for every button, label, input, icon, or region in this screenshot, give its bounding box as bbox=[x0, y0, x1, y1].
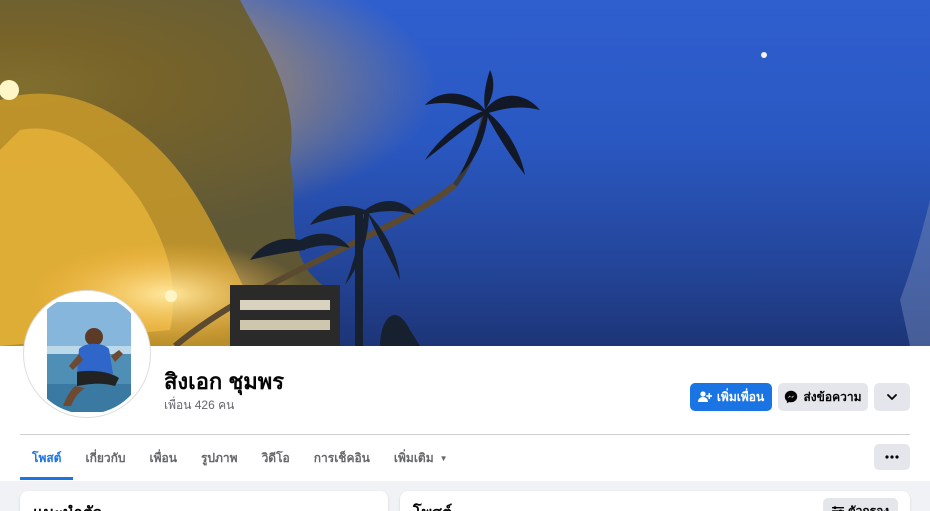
person-plus-icon bbox=[697, 391, 712, 402]
caret-down-icon: ▼ bbox=[439, 453, 448, 463]
profile-name: สิงเอก ชุมพร bbox=[164, 369, 285, 394]
avatar[interactable] bbox=[27, 294, 147, 414]
chevron-down-icon bbox=[887, 394, 897, 400]
filter-button[interactable]: ตัวกรอง bbox=[823, 498, 898, 511]
profile-picture-frame[interactable] bbox=[23, 290, 151, 418]
message-button[interactable]: ส่งข้อความ bbox=[778, 383, 868, 411]
tab-photos[interactable]: รูปภาพ bbox=[189, 436, 250, 480]
tab-more[interactable]: เพิ่มเติม ▼ bbox=[382, 436, 460, 480]
tab-photos-label: รูปภาพ bbox=[200, 450, 238, 465]
add-friend-button[interactable]: เพิ่มเพื่อน bbox=[690, 383, 772, 411]
profile-more-button[interactable] bbox=[874, 383, 910, 411]
profile-tabs: โพสต์ เกี่ยวกับ เพื่อน รูปภาพ วิดีโอ การ… bbox=[20, 436, 460, 480]
add-friend-label: เพิ่มเพื่อน bbox=[716, 389, 765, 404]
intro-title: แนะนำตัว bbox=[33, 501, 102, 511]
filter-icon bbox=[831, 506, 844, 511]
profile-page: สิงเอก ชุมพร เพื่อน 426 คน เพิ่มเพื่อน ส… bbox=[0, 0, 930, 511]
tab-about-label: เกี่ยวกับ bbox=[85, 450, 126, 465]
avatar-photo bbox=[27, 294, 147, 414]
tab-videos[interactable]: วิดีโอ bbox=[250, 436, 302, 480]
tab-friends-label: เพื่อน bbox=[149, 450, 177, 465]
tab-posts-label: โพสต์ bbox=[32, 450, 62, 465]
tab-checkins[interactable]: การเช็คอิน bbox=[302, 436, 382, 480]
header-divider bbox=[20, 434, 910, 435]
message-label: ส่งข้อความ bbox=[803, 389, 862, 404]
tab-videos-label: วิดีโอ bbox=[261, 450, 290, 465]
tab-about[interactable]: เกี่ยวกับ bbox=[73, 436, 137, 480]
messenger-icon bbox=[785, 390, 798, 404]
filter-label: ตัวกรอง bbox=[847, 503, 890, 511]
tabs-more-button[interactable] bbox=[874, 444, 910, 470]
tab-more-label: เพิ่มเติม bbox=[393, 450, 434, 465]
intro-card: แนะนำตัว bbox=[20, 491, 388, 511]
ellipsis-icon bbox=[885, 455, 899, 459]
tab-posts[interactable]: โพสต์ bbox=[20, 436, 74, 480]
tab-friends[interactable]: เพื่อน bbox=[138, 436, 189, 480]
posts-card: โพสต์ ตัวกรอง bbox=[400, 491, 910, 511]
friends-count[interactable]: เพื่อน 426 คน bbox=[164, 396, 234, 415]
tab-checkins-label: การเช็คอิน bbox=[313, 450, 370, 465]
posts-title: โพสต์ bbox=[413, 501, 452, 511]
